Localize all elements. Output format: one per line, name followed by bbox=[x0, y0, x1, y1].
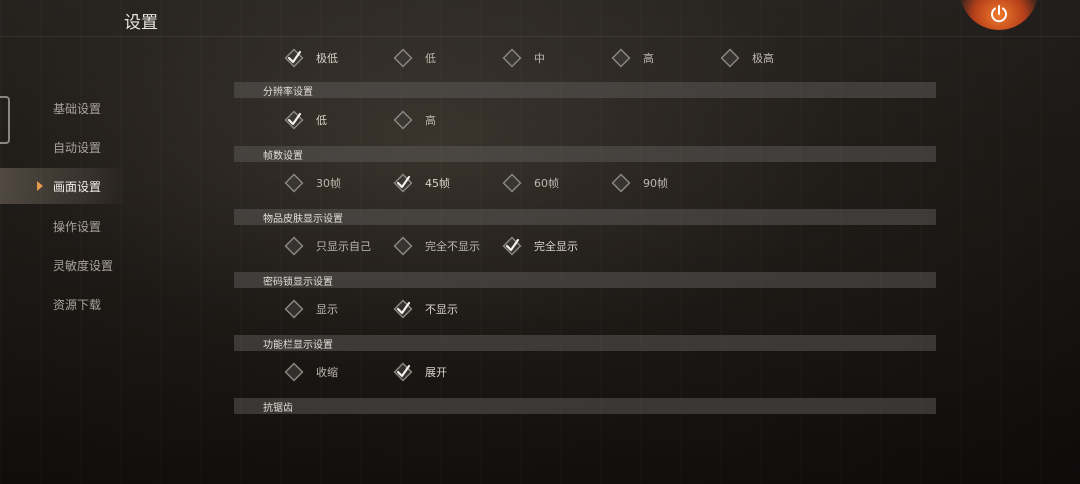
option-label: 完全显示 bbox=[534, 240, 578, 253]
option-checkbox[interactable]: 90帧 bbox=[611, 173, 668, 193]
option-label: 只显示自己 bbox=[316, 240, 371, 253]
option-checkbox[interactable]: 收缩 bbox=[284, 362, 338, 382]
option-checkbox[interactable]: 只显示自己 bbox=[284, 236, 371, 256]
diamond-unchecked-icon bbox=[720, 48, 740, 68]
diamond-unchecked-icon bbox=[284, 173, 304, 193]
sidebar-item-label: 灵敏度设置 bbox=[53, 258, 114, 273]
sidebar-item-5[interactable]: 资源下载 bbox=[0, 286, 128, 322]
option-checkbox[interactable]: 极高 bbox=[720, 48, 774, 68]
section-header: 分辨率设置 bbox=[234, 82, 936, 98]
option-label: 极低 bbox=[316, 52, 338, 65]
option-checkbox[interactable]: 极低 bbox=[284, 48, 338, 68]
section-header: 密码锁显示设置 bbox=[234, 272, 936, 288]
option-label: 显示 bbox=[316, 303, 338, 316]
option-label: 45帧 bbox=[425, 177, 450, 190]
diamond-checked-icon bbox=[393, 173, 413, 193]
diamond-unchecked-icon bbox=[502, 48, 522, 68]
diamond-unchecked-icon bbox=[611, 173, 631, 193]
section-title: 帧数设置 bbox=[263, 151, 303, 162]
section-header: 抗锯齿 bbox=[234, 398, 936, 414]
section-header: 物品皮肤显示设置 bbox=[234, 209, 936, 225]
option-label: 60帧 bbox=[534, 177, 559, 190]
option-label: 90帧 bbox=[643, 177, 668, 190]
diamond-unchecked-icon bbox=[502, 173, 522, 193]
option-label: 收缩 bbox=[316, 366, 338, 379]
page-title: 设置 bbox=[124, 13, 158, 33]
diamond-checked-icon bbox=[284, 48, 304, 68]
sidebar-item-label: 操作设置 bbox=[53, 219, 102, 234]
section-title: 功能栏显示设置 bbox=[263, 340, 333, 351]
section-title: 分辨率设置 bbox=[263, 87, 313, 98]
section-header: 功能栏显示设置 bbox=[234, 335, 936, 351]
active-arrow-icon bbox=[37, 181, 43, 191]
option-label: 完全不显示 bbox=[425, 240, 480, 253]
diamond-unchecked-icon bbox=[393, 110, 413, 130]
sidebar-item-2[interactable]: 画面设置 bbox=[0, 168, 128, 204]
section-title: 物品皮肤显示设置 bbox=[263, 214, 343, 225]
option-label: 展开 bbox=[425, 366, 447, 379]
option-label: 低 bbox=[425, 52, 436, 65]
diamond-checked-icon bbox=[284, 110, 304, 130]
diamond-unchecked-icon bbox=[393, 236, 413, 256]
option-label: 不显示 bbox=[425, 303, 458, 316]
option-checkbox[interactable]: 45帧 bbox=[393, 173, 450, 193]
sidebar-item-label: 基础设置 bbox=[53, 101, 102, 116]
sidebar-item-4[interactable]: 灵敏度设置 bbox=[0, 247, 128, 283]
option-label: 30帧 bbox=[316, 177, 341, 190]
diamond-checked-icon bbox=[393, 362, 413, 382]
option-checkbox[interactable]: 中 bbox=[502, 48, 545, 68]
option-checkbox[interactable]: 显示 bbox=[284, 299, 338, 319]
diamond-checked-icon bbox=[502, 236, 522, 256]
sidebar-item-0[interactable]: 基础设置 bbox=[0, 90, 128, 126]
option-checkbox[interactable]: 完全不显示 bbox=[393, 236, 480, 256]
sidebar-item-label: 资源下载 bbox=[53, 297, 102, 312]
option-checkbox[interactable]: 完全显示 bbox=[502, 236, 578, 256]
option-label: 高 bbox=[425, 114, 436, 127]
sidebar-item-1[interactable]: 自动设置 bbox=[0, 129, 128, 165]
diamond-unchecked-icon bbox=[284, 362, 304, 382]
option-checkbox[interactable]: 高 bbox=[393, 110, 436, 130]
sidebar-item-label: 画面设置 bbox=[53, 179, 102, 194]
option-checkbox[interactable]: 低 bbox=[284, 110, 327, 130]
option-label: 高 bbox=[643, 52, 654, 65]
diamond-unchecked-icon bbox=[284, 236, 304, 256]
option-checkbox[interactable]: 60帧 bbox=[502, 173, 559, 193]
sidebar-item-label: 自动设置 bbox=[53, 140, 102, 155]
diamond-unchecked-icon bbox=[611, 48, 631, 68]
section-title: 密码锁显示设置 bbox=[263, 277, 333, 288]
section-title: 抗锯齿 bbox=[263, 403, 293, 414]
option-label: 低 bbox=[316, 114, 327, 127]
option-checkbox[interactable]: 30帧 bbox=[284, 173, 341, 193]
diamond-unchecked-icon bbox=[284, 299, 304, 319]
option-checkbox[interactable]: 高 bbox=[611, 48, 654, 68]
option-label: 极高 bbox=[752, 52, 774, 65]
option-checkbox[interactable]: 展开 bbox=[393, 362, 447, 382]
diamond-unchecked-icon bbox=[393, 48, 413, 68]
option-label: 中 bbox=[534, 52, 545, 65]
diamond-checked-icon bbox=[393, 299, 413, 319]
option-checkbox[interactable]: 低 bbox=[393, 48, 436, 68]
option-checkbox[interactable]: 不显示 bbox=[393, 299, 458, 319]
sidebar-item-3[interactable]: 操作设置 bbox=[0, 208, 128, 244]
power-icon bbox=[991, 5, 1007, 23]
section-header: 帧数设置 bbox=[234, 146, 936, 162]
top-bar: 设置 bbox=[0, 0, 1080, 37]
